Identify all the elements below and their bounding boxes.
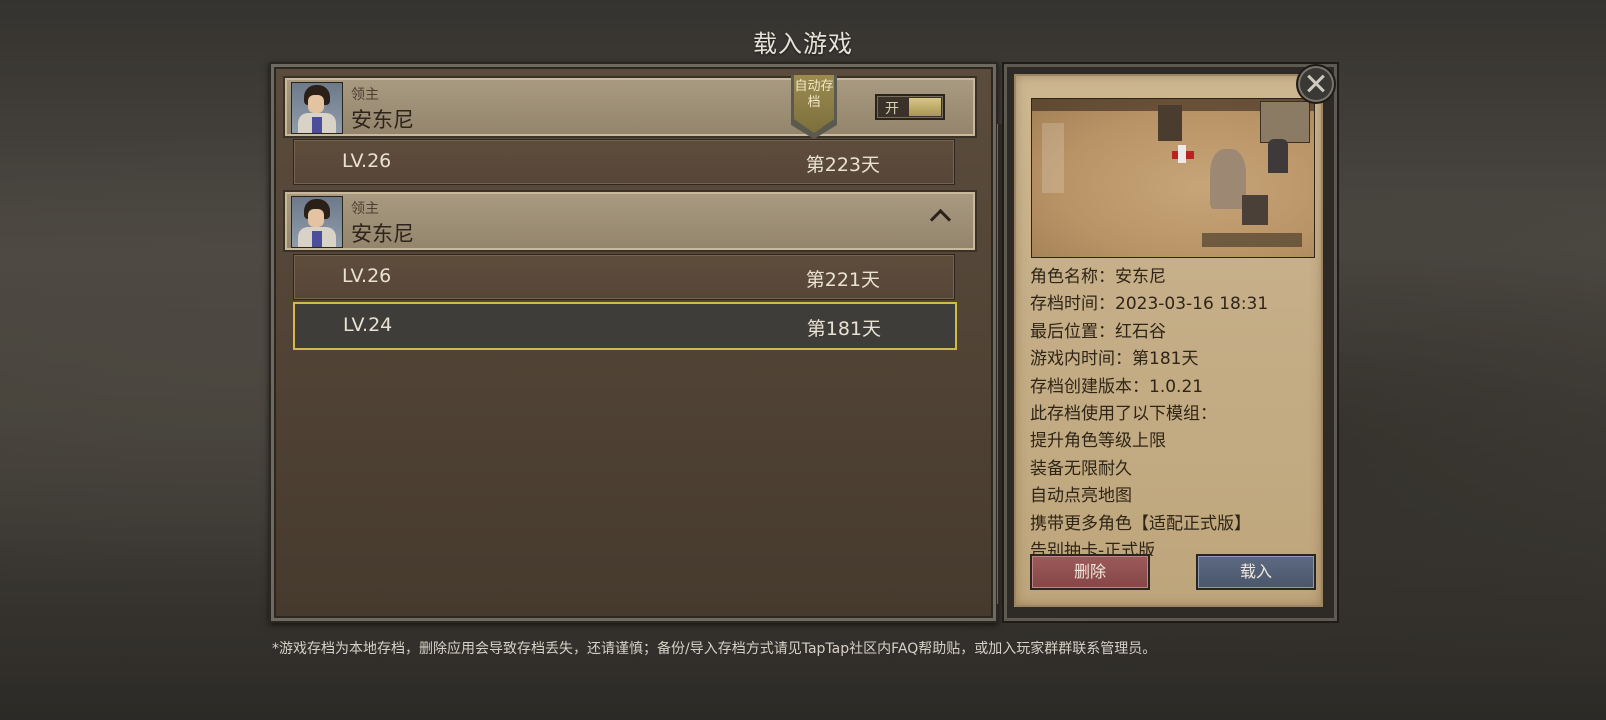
autosave-toggle[interactable]: 开 <box>875 94 945 120</box>
save-info-list[interactable]: 角色名称：安东尼 存档时间：2023-03-16 18:31 最后位置：红石谷 … <box>1030 264 1315 556</box>
info-mod-item: 装备无限耐久 <box>1030 458 1132 479</box>
delete-button[interactable]: 删除 <box>1030 554 1150 590</box>
load-button[interactable]: 载入 <box>1196 554 1316 590</box>
info-ingame-time: 游戏内时间：第181天 <box>1030 349 1199 370</box>
info-mod-item: 提升角色等级上限 <box>1030 431 1166 452</box>
info-mod-item: 携带更多角色【适配正式版】 <box>1030 513 1251 534</box>
save-slot-row[interactable]: LV.26 第221天 <box>293 254 955 300</box>
hero-rank: 领主 <box>351 201 379 217</box>
save-screenshot-preview <box>1031 98 1315 258</box>
save-slot-row-selected[interactable]: LV.24 第181天 <box>293 302 957 350</box>
info-save-time: 存档时间：2023-03-16 18:31 <box>1030 294 1269 315</box>
save-group-header[interactable]: 领主 安东尼 <box>283 190 977 252</box>
close-icon[interactable] <box>1296 64 1336 104</box>
save-level: LV.26 <box>342 265 392 287</box>
autosave-badge: 自动存档 <box>791 75 837 139</box>
info-character-name: 角色名称：安东尼 <box>1030 267 1166 287</box>
save-day: 第223天 <box>805 154 880 176</box>
hero-rank: 领主 <box>351 87 379 103</box>
footer-note: *游戏存档为本地存档，删除应用会导致存档丢失，还请谨慎；备份/导入存档方式请见T… <box>272 641 1157 657</box>
page-title: 载入游戏 <box>753 30 853 58</box>
chevron-up-icon[interactable] <box>929 208 952 231</box>
save-details-panel: 角色名称：安东尼 存档时间：2023-03-16 18:31 最后位置：红石谷 … <box>1002 62 1339 623</box>
save-slot-row[interactable]: LV.26 第223天 <box>293 139 955 185</box>
save-level: LV.24 <box>343 314 393 336</box>
avatar <box>291 196 343 248</box>
hero-name: 安东尼 <box>351 108 414 132</box>
save-list-panel: 领主 安东尼 自动存档 开 LV.26 第223天 领主 安东尼 LV.26 第… <box>269 62 1003 623</box>
info-mod-item: 自动点亮地图 <box>1030 486 1132 507</box>
hero-name: 安东尼 <box>351 222 414 246</box>
info-mods-heading: 此存档使用了以下模组： <box>1030 404 1217 425</box>
toggle-knob <box>909 98 941 116</box>
info-last-location: 最后位置：红石谷 <box>1030 321 1166 342</box>
save-day: 第181天 <box>806 318 881 340</box>
save-day: 第221天 <box>805 269 880 291</box>
save-group-header[interactable]: 领主 安东尼 自动存档 开 <box>283 75 977 139</box>
save-level: LV.26 <box>342 150 392 172</box>
info-version: 存档创建版本：1.0.21 <box>1030 376 1204 397</box>
details-parchment: 角色名称：安东尼 存档时间：2023-03-16 18:31 最后位置：红石谷 … <box>1014 74 1323 607</box>
avatar <box>291 82 343 134</box>
autosave-label: 自动存档 <box>794 75 834 133</box>
toggle-label: 开 <box>885 101 899 117</box>
